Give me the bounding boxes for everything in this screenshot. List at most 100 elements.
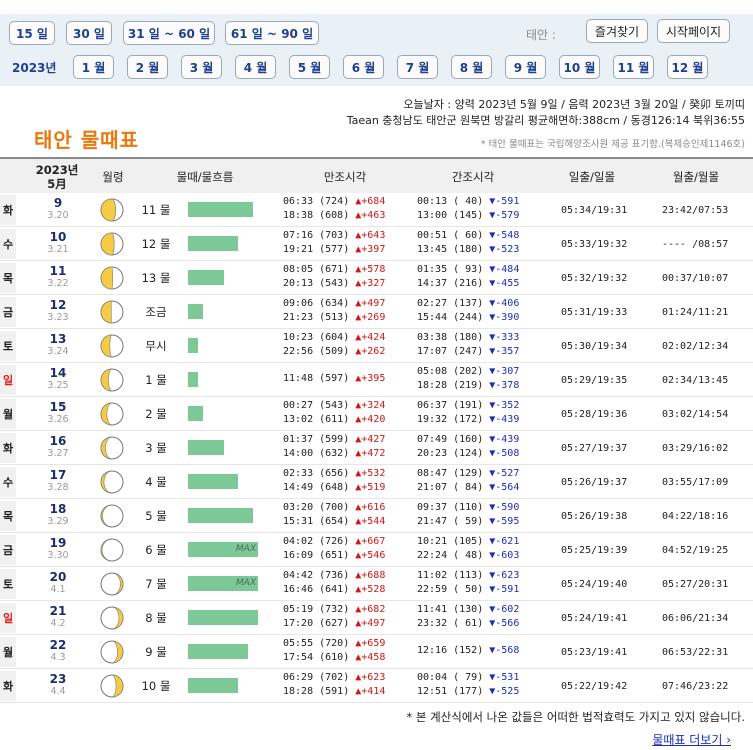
high-tide-2: 19:21 (577) ▲+397 xyxy=(283,244,385,255)
tide-name: 8 물 xyxy=(145,611,167,625)
tide-time: 14:37 (216) xyxy=(417,278,490,289)
high-tide-2: 18:38 (608) ▲+463 xyxy=(283,210,385,221)
moon-age-column-header: 월령 xyxy=(102,170,124,184)
tide-diff: ▼-591 xyxy=(489,196,520,207)
tide-diff: ▲+667 xyxy=(355,536,386,547)
low-tide-1: 00:13 ( 40) ▼-591 xyxy=(417,196,519,207)
tide-flow-bar: MAX xyxy=(188,542,258,557)
month-button-2[interactable]: 2 월 xyxy=(127,55,168,79)
tide-time: 14:49 (648) xyxy=(283,482,356,493)
weekday-cell: 일 xyxy=(0,365,16,395)
range-30-days-button[interactable]: 30 일 xyxy=(66,21,112,45)
tide-time: 11:48 (597) xyxy=(283,373,356,384)
sunrise-sunset: 05:28/19:36 xyxy=(561,408,628,420)
month-button-8[interactable]: 8 월 xyxy=(451,55,492,79)
tide-diff: ▼-590 xyxy=(489,502,520,513)
weekday-cell: 월 xyxy=(0,399,16,429)
tide-diff: ▼-595 xyxy=(489,516,520,527)
tide-diff: ▼-455 xyxy=(489,278,520,289)
sunrise-sunset: 05:32/19:32 xyxy=(561,272,628,284)
high-tide-column-header: 만조시각 xyxy=(323,170,367,184)
tide-diff: ▲+463 xyxy=(355,210,386,221)
tide-diff: ▲+424 xyxy=(355,332,386,343)
tide-diff: ▲+682 xyxy=(355,604,386,615)
high-tide-2: 16:46 (641) ▲+528 xyxy=(283,584,385,595)
month-button-7[interactable]: 7 월 xyxy=(397,55,438,79)
tide-diff: ▲+497 xyxy=(355,298,386,309)
low-tide-2: 23:32 ( 61) ▼-566 xyxy=(417,618,519,629)
tide-flow-bar xyxy=(188,372,198,387)
table-row: 토 20 4.1 7 물 MAX 04:42 (736) ▲+688 16:46 (641)… xyxy=(0,567,753,601)
moon-phase-icon xyxy=(100,470,124,494)
low-tide-2: 20:23 (124) ▼-508 xyxy=(417,448,519,459)
tide-time: 00:04 ( 79) xyxy=(417,672,490,683)
lunar-date: 3.30 xyxy=(47,550,69,561)
weekday-cell: 금 xyxy=(0,297,16,327)
low-tide-2: 14:37 (216) ▼-455 xyxy=(417,278,519,289)
favorites-button[interactable]: 즐겨찾기 xyxy=(586,19,648,43)
month-button-5[interactable]: 5 월 xyxy=(289,55,330,79)
moon-phase-icon xyxy=(100,300,124,324)
tide-time: 13:02 (611) xyxy=(283,414,356,425)
moonrise-moonset: 23:42/07:53 xyxy=(662,204,729,216)
tide-time: 05:19 (732) xyxy=(283,604,356,615)
month-button-1[interactable]: 1 월 xyxy=(73,55,114,79)
range-61-90-days-button[interactable]: 61 일 ~ 90 일 xyxy=(225,21,319,45)
homepage-button[interactable]: 시작페이지 xyxy=(657,19,730,43)
tide-time: 22:24 ( 48) xyxy=(417,550,490,561)
lunar-date: 4.2 xyxy=(50,618,66,629)
tide-diff: ▲+324 xyxy=(355,400,386,411)
tide-diff: ▲+532 xyxy=(355,468,386,479)
low-tide-1: 11:02 (113) ▼-623 xyxy=(417,570,519,581)
high-tide-2: 13:02 (611) ▲+420 xyxy=(283,414,385,425)
moon-phase xyxy=(99,639,125,668)
table-row: 목 11 3.22 13 물 08:05 (671) ▲+578 20:13 (543) … xyxy=(0,261,753,295)
month-button-12[interactable]: 12 월 xyxy=(667,55,708,79)
moonrise-moonset: 04:52/19:25 xyxy=(662,544,729,556)
tide-flow-bar xyxy=(188,202,253,217)
tide-diff: ▲+269 xyxy=(355,312,386,323)
tide-time: 00:13 ( 40) xyxy=(417,196,490,207)
moon-phase xyxy=(99,435,125,464)
tide-time: 16:46 (641) xyxy=(283,584,356,595)
tide-diff: ▲+684 xyxy=(355,196,386,207)
month-button-3[interactable]: 3 월 xyxy=(181,55,222,79)
low-tide-2: 15:44 (244) ▼-390 xyxy=(417,312,519,323)
range-31-60-days-button[interactable]: 31 일 ~ 60 일 xyxy=(123,21,215,45)
tide-time: 20:23 (124) xyxy=(417,448,490,459)
lunar-date: 3.24 xyxy=(47,346,69,357)
month-button-11[interactable]: 11 월 xyxy=(613,55,654,79)
tide-time: 18:38 (608) xyxy=(283,210,356,221)
tide-diff: ▲+546 xyxy=(355,550,386,561)
range-15-days-button[interactable]: 15 일 xyxy=(9,21,55,45)
sunrise-sunset: 05:33/19:32 xyxy=(561,238,628,250)
tide-diff: ▼-523 xyxy=(489,244,520,255)
tide-name: 3 물 xyxy=(145,441,167,455)
tide-diff: ▲+544 xyxy=(355,516,386,527)
tide-diff: ▼-564 xyxy=(489,482,520,493)
tide-flow-bar xyxy=(188,236,238,251)
more-tide-tables-link[interactable]: 물때표 더보기 › xyxy=(652,731,731,748)
tide-diff: ▼-333 xyxy=(489,332,520,343)
moonrise-moonset: 03:55/17:09 xyxy=(662,476,729,488)
moon-column-header: 월출/월몰 xyxy=(672,170,720,184)
high-tide-1: 09:06 (634) ▲+497 xyxy=(283,298,385,309)
moon-phase xyxy=(99,673,125,702)
month-button-9[interactable]: 9 월 xyxy=(505,55,546,79)
tide-time: 07:16 (703) xyxy=(283,230,356,241)
low-tide-1: 09:37 (110) ▼-590 xyxy=(417,502,519,513)
tide-name: 11 물 xyxy=(141,203,171,217)
moon-phase xyxy=(99,503,125,532)
low-tide-2: 19:32 (172) ▼-439 xyxy=(417,414,519,425)
tide-diff: ▼-621 xyxy=(489,536,520,547)
moon-phase xyxy=(99,401,125,430)
month-button-10[interactable]: 10 월 xyxy=(559,55,600,79)
moon-phase-icon xyxy=(100,436,124,460)
table-row: 수 10 3.21 12 물 07:16 (703) ▲+643 19:21 (577) … xyxy=(0,227,753,261)
month-button-6[interactable]: 6 월 xyxy=(343,55,384,79)
month-button-4[interactable]: 4 월 xyxy=(235,55,276,79)
tide-diff: ▼-390 xyxy=(489,312,520,323)
table-row: 월 15 3.26 2 물 00:27 (543) ▲+324 13:02 (611) ▲… xyxy=(0,397,753,431)
sunrise-sunset: 05:26/19:37 xyxy=(561,476,628,488)
weekday-cell: 수 xyxy=(0,229,16,259)
